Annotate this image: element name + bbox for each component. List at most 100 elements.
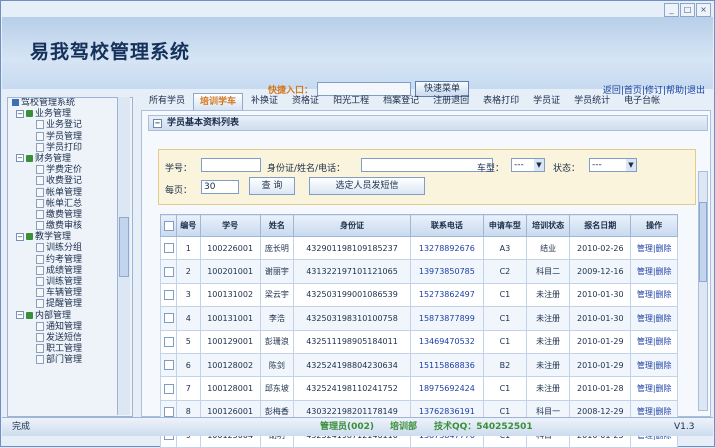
edit-link[interactable]: 管理 xyxy=(637,384,653,393)
car-type-select[interactable]: --- ▼ xyxy=(511,158,545,172)
tab-4[interactable]: 阳光工程 xyxy=(327,93,375,109)
content-scrollbar[interactable] xyxy=(698,171,708,411)
sidebar-item-21[interactable]: 发送短信 xyxy=(8,332,132,344)
page-icon xyxy=(36,254,44,264)
tab-10[interactable]: 电子台帐 xyxy=(618,93,666,109)
row-checkbox[interactable] xyxy=(163,289,174,300)
tab-0[interactable]: 所有学员 xyxy=(143,93,191,109)
id-name-phone-input[interactable] xyxy=(361,158,493,172)
panel-title: − 学员基本资料列表 xyxy=(148,115,708,131)
cell-idcard: 432901198109185237 xyxy=(293,235,411,261)
tab-7[interactable]: 表格打印 xyxy=(477,93,525,109)
folder-icon xyxy=(26,311,33,319)
delete-link[interactable]: 删除 xyxy=(656,267,672,276)
sidebar-item-8[interactable]: 帐单管理 xyxy=(8,187,132,199)
sidebar-item-23[interactable]: 部门管理 xyxy=(8,355,132,366)
row-checkbox[interactable] xyxy=(163,383,174,394)
tab-2[interactable]: 补换证 xyxy=(245,93,284,109)
tab-bar: 所有学员 培训学车 补换证 资格证 阳光工程 档案登记 注册退回 表格打印 学员证 学员统计 电子台… xyxy=(143,93,666,110)
delete-link[interactable]: 删除 xyxy=(656,290,672,299)
row-checkbox[interactable] xyxy=(163,266,174,277)
per-page-input[interactable]: 30 xyxy=(201,180,239,194)
row-checkbox[interactable] xyxy=(163,313,174,324)
content-scroll-thumb[interactable] xyxy=(699,202,707,282)
sidebar-item-10[interactable]: 缴费管理 xyxy=(8,209,132,221)
sidebar-item-12[interactable]: − 教学管理 xyxy=(8,232,132,243)
tab-1[interactable]: 培训学车 xyxy=(193,93,244,110)
delete-link[interactable]: 删除 xyxy=(656,244,672,253)
tree-toggle-icon[interactable]: − xyxy=(16,154,24,163)
cell-car: C2 xyxy=(482,259,528,284)
table-row: 4 100131001 李浩 432503198310100758 1587387789… xyxy=(159,306,678,331)
cell-actions: 管理|删除 xyxy=(630,352,678,378)
close-icon[interactable]: × xyxy=(696,3,711,17)
cell-idcard: 432503199001086539 xyxy=(293,282,411,308)
sidebar-item-17[interactable]: 车辆管理 xyxy=(8,288,132,299)
tab-8[interactable]: 学员证 xyxy=(527,93,566,109)
column-header[interactable] xyxy=(159,214,178,237)
collapse-icon[interactable]: − xyxy=(153,119,162,128)
edit-link[interactable]: 管理 xyxy=(637,244,653,253)
delete-link[interactable]: 删除 xyxy=(656,384,672,393)
sidebar-item-label: 收费登记 xyxy=(46,176,83,187)
delete-link[interactable]: 删除 xyxy=(656,407,672,416)
sidebar-scrollbar[interactable] xyxy=(117,97,130,415)
minimize-icon[interactable]: _ xyxy=(664,3,679,17)
query-button[interactable]: 查 询 xyxy=(249,177,295,195)
sidebar-item-label: 车辆管理 xyxy=(46,288,83,299)
tree-toggle-icon[interactable]: − xyxy=(16,232,24,241)
page-icon xyxy=(36,344,44,354)
sidebar-item-13[interactable]: 训练分组 xyxy=(8,243,132,254)
tab-5[interactable]: 档案登记 xyxy=(377,93,425,109)
edit-link[interactable]: 管理 xyxy=(637,361,653,370)
cell-no: 5 xyxy=(176,329,201,354)
delete-link[interactable]: 删除 xyxy=(656,314,672,323)
edit-link[interactable]: 管理 xyxy=(637,267,653,276)
sidebar-item-4[interactable]: 学员打印 xyxy=(8,142,132,154)
table-row: 6 100128002 陈剑 432524198804230634 1511586883… xyxy=(159,352,678,378)
row-checkbox[interactable] xyxy=(163,336,174,347)
sidebar-item-1[interactable]: − 业务管理 xyxy=(8,109,132,120)
sidebar-item-5[interactable]: − 财务管理 xyxy=(8,154,132,165)
status-select[interactable]: --- ▼ xyxy=(589,158,637,172)
sidebar-item-3[interactable]: 学员管理 xyxy=(8,131,132,143)
sidebar-item-7[interactable]: 收费登记 xyxy=(8,176,132,187)
edit-link[interactable]: 管理 xyxy=(637,314,653,323)
row-checkbox[interactable] xyxy=(163,243,174,254)
delete-link[interactable]: 删除 xyxy=(656,337,672,346)
tab-6[interactable]: 注册退回 xyxy=(427,93,475,109)
status-support: 技术QQ：540252501 xyxy=(434,422,533,432)
sidebar-item-2[interactable]: 业务登记 xyxy=(8,120,132,131)
sidebar-item-14[interactable]: 约考管理 xyxy=(8,254,132,266)
sidebar-item-18[interactable]: 提醒管理 xyxy=(8,299,132,310)
sidebar-scroll-thumb[interactable] xyxy=(119,217,129,277)
table-row: 3 100131002 梁云宇 432503199001086539 152738624… xyxy=(159,282,678,308)
edit-link[interactable]: 管理 xyxy=(637,407,653,416)
sidebar-item-6[interactable]: 学费定价 xyxy=(8,165,132,176)
tab-3[interactable]: 资格证 xyxy=(286,93,325,109)
delete-link[interactable]: 删除 xyxy=(656,361,672,370)
tab-9[interactable]: 学员统计 xyxy=(568,93,616,109)
row-checkbox[interactable] xyxy=(163,406,174,417)
edit-link[interactable]: 管理 xyxy=(637,337,653,346)
send-sms-button[interactable]: 选定人员发短信 xyxy=(309,177,425,195)
sidebar-item-label: 训练分组 xyxy=(46,243,83,254)
sidebar-item-0[interactable]: 驾校管理系统 xyxy=(8,98,132,109)
maximize-icon[interactable]: □ xyxy=(680,3,695,17)
edit-link[interactable]: 管理 xyxy=(637,290,653,299)
sidebar-item-22[interactable]: 职工管理 xyxy=(8,344,132,355)
student-table: 编号 学号 姓名 身份证 联系电话 申请车型 培训状态 报名日期 操作 1 100226001 庞长… xyxy=(159,214,678,448)
row-checkbox[interactable] xyxy=(163,360,174,371)
sidebar-item-15[interactable]: 成绩管理 xyxy=(8,265,132,277)
sidebar-item-11[interactable]: 缴费审核 xyxy=(8,221,132,232)
sidebar-item-19[interactable]: − 内部管理 xyxy=(8,311,132,322)
sidebar-item-20[interactable]: 通知管理 xyxy=(8,321,132,333)
sidebar-item-16[interactable]: 训练管理 xyxy=(8,277,132,288)
select-all-checkbox[interactable] xyxy=(163,220,174,231)
per-page-label: 每页： xyxy=(165,186,193,196)
student-no-input[interactable] xyxy=(201,158,261,172)
cell-name: 梁云宇 xyxy=(259,282,295,308)
tree-toggle-icon[interactable]: − xyxy=(16,109,24,118)
tree-toggle-icon[interactable]: − xyxy=(16,311,24,320)
sidebar-item-9[interactable]: 帐单汇总 xyxy=(8,198,132,210)
